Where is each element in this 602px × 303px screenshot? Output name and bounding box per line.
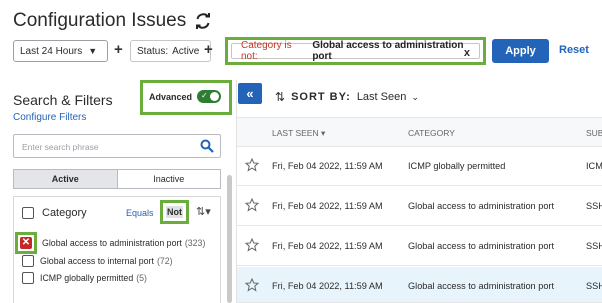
tab-inactive[interactable]: Inactive — [116, 170, 220, 188]
category-filter-chip-inner: Category is not: Global access to admini… — [231, 40, 480, 62]
sidebar-scrollbar[interactable] — [227, 175, 232, 303]
sort-by-value: Last Seen — [356, 91, 407, 103]
filter-bar: Last 24 Hours ▼ + Status: Active + Categ… — [13, 37, 602, 65]
column-header-sub[interactable]: SUB — [586, 128, 602, 138]
advanced-toggle[interactable]: ✓ — [197, 90, 221, 103]
option-label: ICMP globally permitted — [40, 273, 134, 283]
status-label: Status: — [137, 45, 169, 57]
category-select-all-checkbox[interactable] — [22, 207, 34, 219]
close-icon[interactable]: x — [464, 47, 470, 59]
configure-filters-link[interactable]: Configure Filters — [13, 112, 86, 123]
option-checkbox[interactable] — [22, 272, 34, 284]
cell-category: ICMP globally permitted — [408, 161, 506, 171]
advanced-toggle-highlight: Advanced ✓ — [140, 80, 232, 115]
search-icon[interactable] — [200, 139, 214, 153]
apply-button[interactable]: Apply — [492, 39, 549, 63]
search-input[interactable]: Enter search phrase — [13, 134, 221, 158]
cell-sub: ICM — [586, 161, 602, 171]
sort-desc-icon: ▾ — [321, 128, 326, 138]
column-header-last-seen[interactable]: LAST SEEN ▾ — [272, 128, 325, 139]
status-value: Active — [172, 45, 200, 57]
cell-last-seen: Fri, Feb 04 2022, 11:59 AM — [272, 281, 383, 291]
option-label: Global access to internal port — [40, 256, 154, 266]
x-icon: ✕ — [20, 237, 32, 249]
search-filters-panel: Advanced ✓ Search & Filters Configure Fi… — [0, 80, 236, 303]
tab-active[interactable]: Active — [14, 170, 117, 188]
star-icon[interactable] — [245, 238, 259, 252]
active-inactive-tabs: Active Inactive — [13, 169, 221, 189]
option-checkbox[interactable] — [22, 255, 34, 267]
star-icon[interactable] — [245, 278, 259, 292]
star-icon[interactable] — [245, 158, 259, 172]
not-toggle[interactable]: Not — [166, 206, 183, 218]
cell-category: Global access to administration port — [408, 241, 555, 251]
sort-icon: ⇅ — [275, 90, 286, 104]
cell-sub: SSH — [586, 281, 602, 291]
checkbox-wrapper: ✕ — [15, 232, 37, 254]
option-label: Global access to administration port — [42, 238, 182, 248]
chip-key: Category is not: — [241, 40, 292, 62]
cell-last-seen: Fri, Feb 04 2022, 11:59 AM — [272, 241, 383, 251]
toggle-knob — [210, 92, 219, 101]
chip-value: Global access to administration port — [312, 40, 464, 62]
cell-last-seen: Fri, Feb 04 2022, 11:59 AM — [272, 161, 383, 171]
add-filter-plus-icon[interactable]: + — [114, 41, 123, 58]
table-row[interactable]: Fri, Feb 04 2022, 11:59 AM Global access… — [237, 187, 602, 226]
double-chevron-left-icon[interactable]: « — [238, 83, 262, 104]
category-header: Category — [22, 207, 87, 219]
advanced-label: Advanced — [149, 92, 193, 102]
checked-checkbox[interactable]: ✕ — [15, 232, 37, 254]
option-count: (5) — [136, 273, 147, 283]
table-row[interactable]: Fri, Feb 04 2022, 11:59 AM Global access… — [237, 227, 602, 266]
page-title: Configuration Issues — [13, 10, 187, 31]
check-icon: ✓ — [201, 91, 208, 100]
category-filter-panel: Category Equals Not ⇅▾ ✕ Global access t… — [13, 196, 221, 303]
cell-category: Global access to administration port — [408, 201, 555, 211]
option-count: (72) — [156, 256, 173, 266]
chevron-down-icon: ⌄ — [411, 91, 419, 102]
add-filter-plus-icon-2[interactable]: + — [204, 41, 213, 58]
cell-last-seen: Fri, Feb 04 2022, 11:59 AM — [272, 201, 383, 211]
time-range-value: Last 24 Hours — [20, 45, 83, 57]
reset-button[interactable]: Reset — [559, 44, 589, 56]
option-count: (323) — [184, 238, 206, 248]
sort-by-control[interactable]: ⇅ SORT BY: Last Seen ⌄ — [275, 90, 419, 104]
column-label: LAST SEEN — [272, 128, 319, 138]
column-header-category[interactable]: CATEGORY — [408, 128, 455, 138]
category-filter-chip[interactable]: Category is not: Global access to admini… — [225, 37, 486, 65]
sort-options-icon[interactable]: ⇅▾ — [196, 205, 211, 218]
list-item[interactable]: Global access to internal port (72) — [22, 255, 173, 267]
list-item[interactable]: ✕ Global access to administration port (… — [15, 232, 206, 254]
panel-title: Search & Filters — [13, 92, 113, 108]
refresh-icon[interactable] — [195, 13, 211, 29]
chevron-down-icon: ▼ — [88, 46, 98, 56]
status-filter-chip[interactable]: Status: Active — [130, 40, 211, 62]
not-toggle-highlight: Not — [160, 200, 189, 224]
star-icon[interactable] — [245, 198, 259, 212]
category-heading: Category — [42, 207, 87, 219]
cell-category: Global access to administration port — [408, 281, 555, 291]
time-range-select[interactable]: Last 24 Hours ▼ — [13, 40, 108, 62]
list-item[interactable]: ICMP globally permitted (5) — [22, 272, 147, 284]
page-header: Configuration Issues — [13, 8, 211, 34]
cell-sub: SSH — [586, 201, 602, 211]
search-placeholder: Enter search phrase — [22, 142, 99, 152]
table-row[interactable]: Fri, Feb 04 2022, 11:59 AM ICMP globally… — [237, 147, 602, 186]
sort-by-label: SORT BY: — [291, 91, 351, 103]
table-header: LAST SEEN ▾ CATEGORY SUB — [237, 117, 602, 147]
cell-sub: SSH — [586, 241, 602, 251]
table-row-selected[interactable]: Fri, Feb 04 2022, 11:59 AM Global access… — [237, 267, 602, 303]
equals-toggle[interactable]: Equals — [126, 208, 154, 218]
